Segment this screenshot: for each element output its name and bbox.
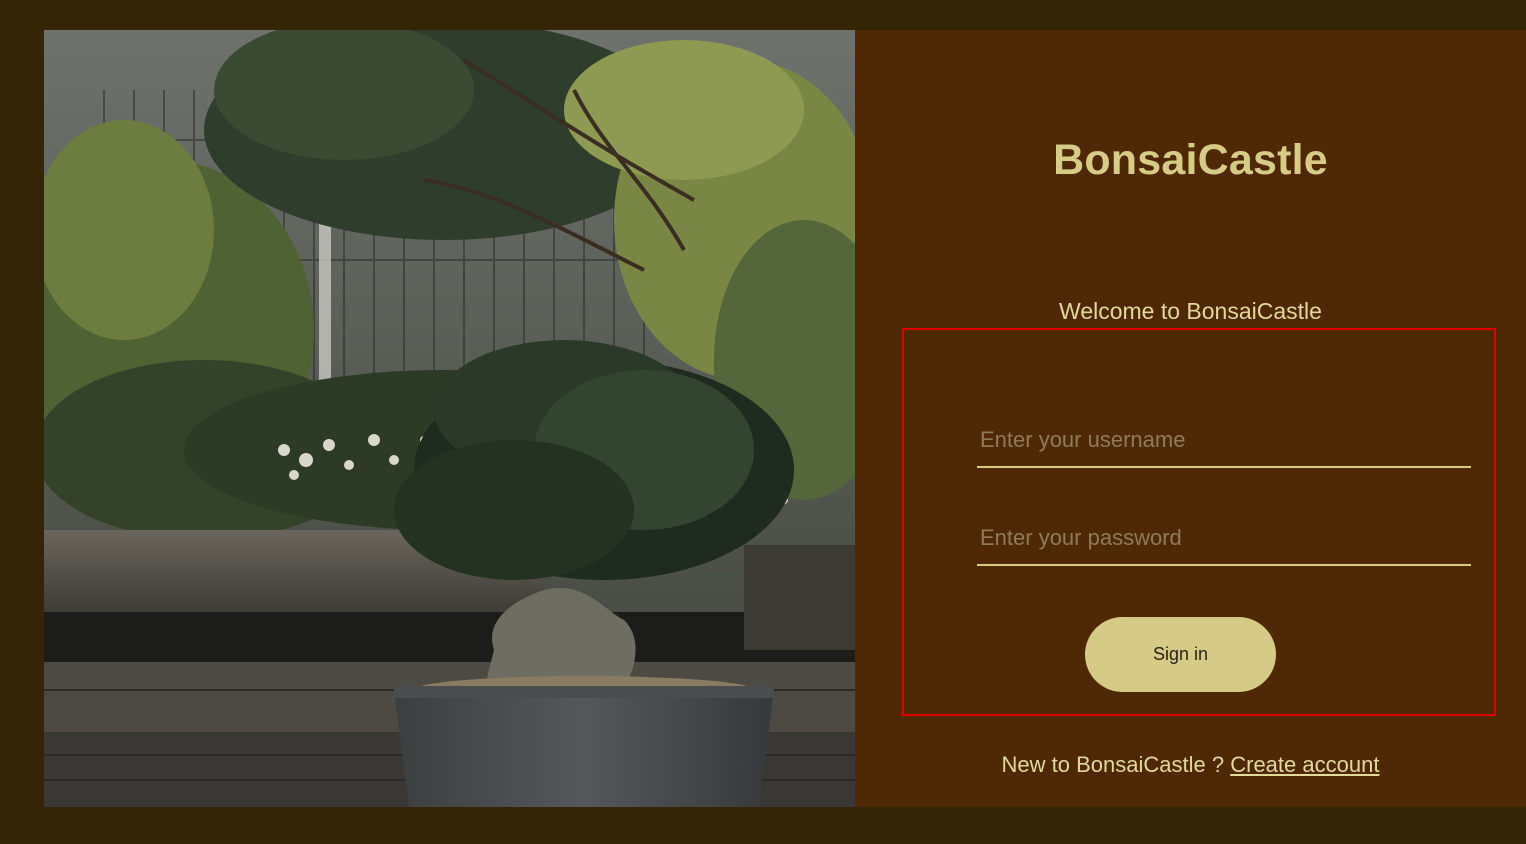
signup-prompt-line: New to BonsaiCastle ? Create account [855, 752, 1526, 778]
welcome-heading: Welcome to BonsaiCastle [1059, 298, 1322, 324]
password-input[interactable] [977, 512, 1471, 566]
login-panel: BonsaiCastle Welcome to BonsaiCastle Sig… [855, 30, 1526, 807]
brand-title: BonsaiCastle [1053, 136, 1328, 184]
signup-prompt-text: New to BonsaiCastle ? [1001, 752, 1225, 777]
sign-in-button[interactable]: Sign in [1085, 617, 1276, 692]
page-frame: BonsaiCastle Welcome to BonsaiCastle Sig… [44, 30, 1526, 807]
create-account-link[interactable]: Create account [1230, 752, 1379, 777]
username-input[interactable] [977, 414, 1471, 468]
garden-illustration [44, 30, 855, 807]
bonsai-garden-photo [44, 30, 855, 807]
login-form: Sign in [902, 328, 1496, 716]
